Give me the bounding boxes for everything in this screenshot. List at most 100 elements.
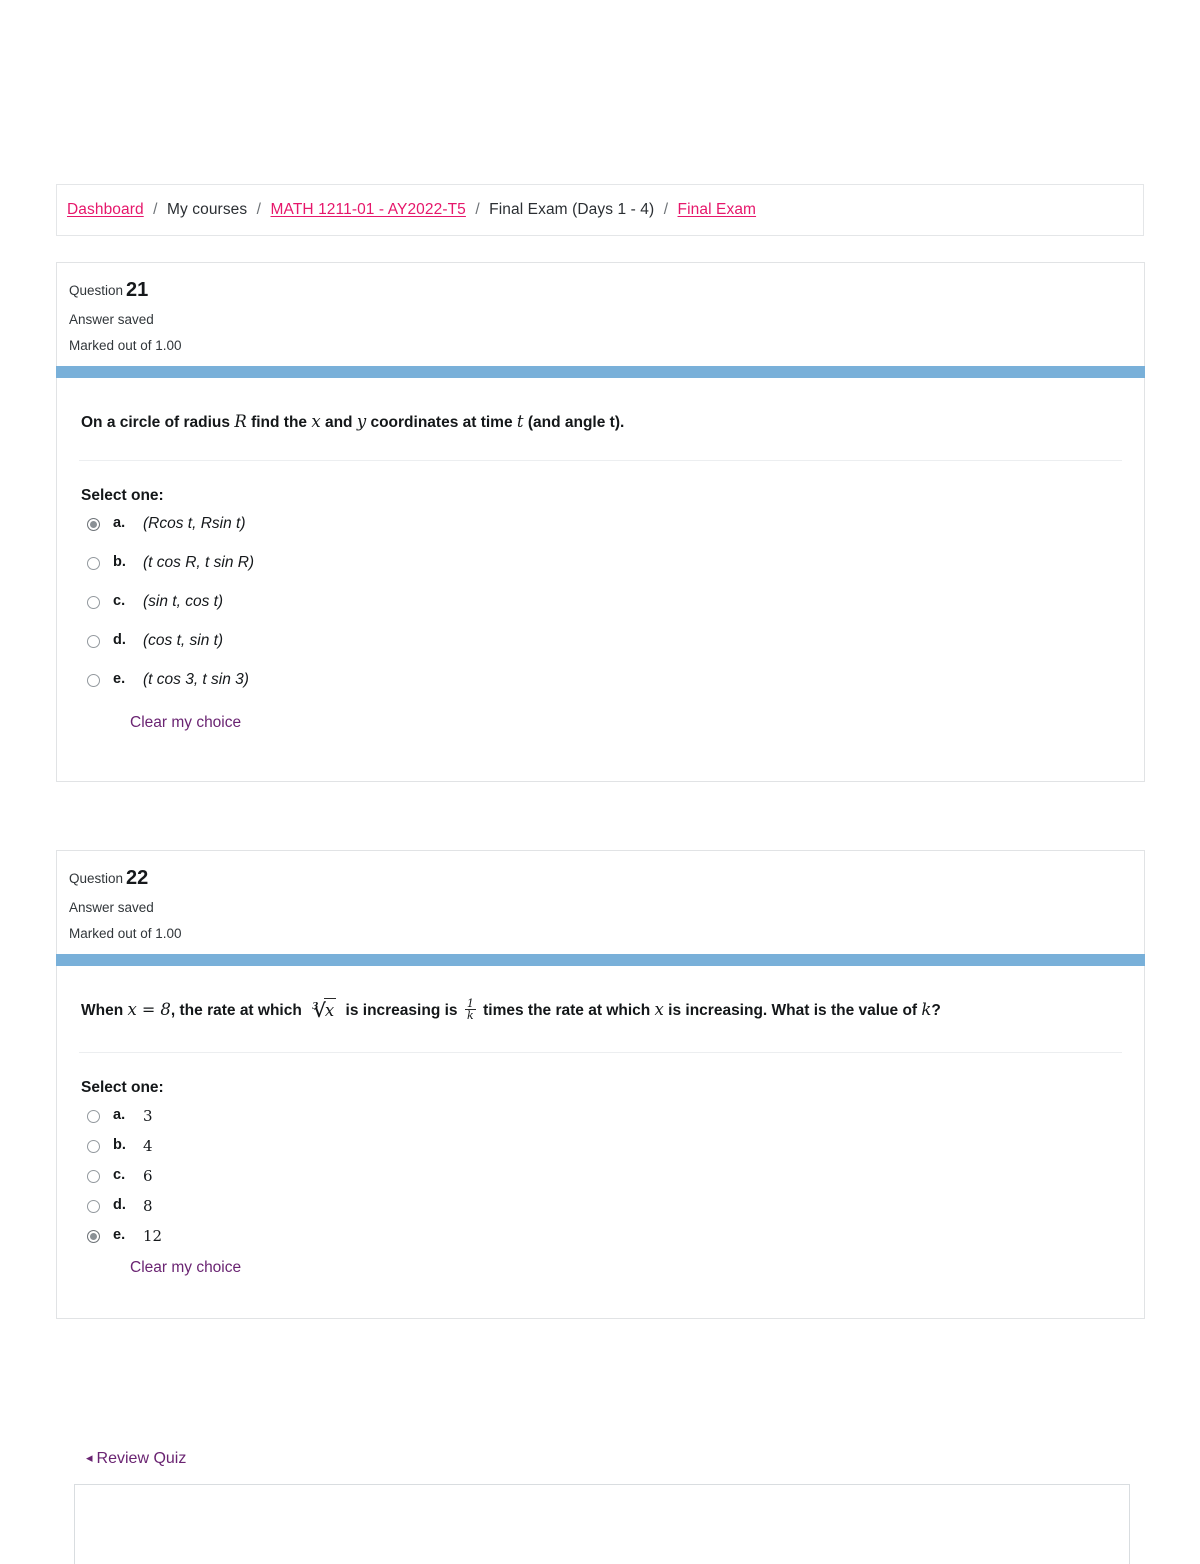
question-status-22: Answer saved [69, 900, 154, 915]
answer-letter: a. [113, 515, 126, 532]
question-text-segment: coordinates at time [366, 414, 517, 431]
answer-option-b[interactable]: b. 4 [87, 1137, 1122, 1167]
math-var-x: x [654, 1000, 664, 1019]
fraction-numerator: 1 [466, 996, 474, 1010]
question-text-segment: ? [931, 1002, 941, 1019]
bottom-panel [74, 1484, 1130, 1564]
answer-text: (cos t, sin t) [143, 632, 224, 650]
question-label: Question [69, 871, 124, 886]
question-text-21: On a circle of radius R find the x and y… [79, 410, 1122, 434]
answer-option-e[interactable]: e. 12 [87, 1227, 1122, 1257]
question-info-21: Question 21 Answer saved Marked out of 1.… [57, 263, 1144, 353]
answer-option-a[interactable]: a. 3 [87, 1107, 1122, 1137]
answer-letter: e. [113, 671, 126, 688]
breadcrumb-separator: / [475, 201, 480, 218]
answer-option-c[interactable]: c. (sin t, cos t) [87, 593, 1122, 632]
answer-option-c[interactable]: c. 6 [87, 1167, 1122, 1197]
answer-list-21: a. (Rcos t, Rsin t) b. (t cos R, t sin R… [79, 515, 1122, 710]
question-number-value: 22 [126, 867, 149, 889]
radio-button-b[interactable] [87, 1139, 100, 1153]
radio-button-d[interactable] [87, 1199, 100, 1213]
question-text-segment: and [320, 414, 357, 431]
question-text-segment: , the rate at which [170, 1002, 307, 1019]
radio-button-a[interactable] [87, 1109, 100, 1123]
answer-letter: b. [113, 554, 126, 571]
answer-letter: c. [113, 593, 126, 610]
answer-letter: d. [113, 1196, 126, 1213]
breadcrumb-separator: / [256, 201, 262, 218]
answer-letter: b. [113, 1136, 126, 1153]
answer-option-d[interactable]: d. (cos t, sin t) [87, 632, 1122, 671]
answer-option-a[interactable]: a. (Rcos t, Rsin t) [87, 515, 1122, 554]
math-var-y: y [356, 412, 367, 431]
select-one-label-21: Select one: [81, 487, 164, 505]
question-status-21: Answer saved [69, 312, 154, 327]
question-divider-21 [79, 460, 1122, 462]
left-arrow-icon: ◂ [86, 1450, 93, 1465]
question-number-21: Question 21 [69, 279, 1144, 301]
breadcrumb-item-final-exam-days: Final Exam (Days 1 - 4) [489, 201, 655, 218]
radio-button-e[interactable] [87, 674, 100, 688]
radical-radicand: x [323, 998, 337, 1023]
question-text-segment: (and angle t). [523, 414, 625, 431]
radio-button-a[interactable] [87, 518, 100, 532]
answer-option-d[interactable]: d. 8 [87, 1197, 1122, 1227]
select-one-label-22: Select one: [81, 1078, 164, 1096]
breadcrumb-list: Dashboard / My courses / MATH 1211-01 - … [67, 201, 756, 219]
clear-my-choice-link-21[interactable]: Clear my choice [130, 714, 241, 732]
fraction-denominator: k [464, 1009, 476, 1022]
breadcrumb-item-dashboard[interactable]: Dashboard [67, 201, 144, 218]
radio-button-d[interactable] [87, 635, 100, 649]
answer-text: 4 [143, 1136, 153, 1155]
question-text-segment: times the rate at which [478, 1002, 655, 1019]
math-var-k: k [921, 1000, 932, 1019]
question-text-22: When x = 8, the rate at which 3√x is inc… [79, 998, 1122, 1026]
answer-text: (sin t, cos t) [143, 593, 224, 611]
answer-option-e[interactable]: e. (t cos 3, t sin 3) [87, 671, 1122, 710]
question-marked-out-of-21: Marked out of 1.00 [69, 338, 182, 353]
answer-text: (Rcos t, Rsin t) [143, 515, 246, 533]
math-equals: = [141, 1000, 156, 1019]
answer-letter: a. [113, 1106, 126, 1123]
question-card-22: Question 22 Answer saved Marked out of 1.… [56, 850, 1145, 1319]
quiz-attempt-page: Dashboard / My courses / MATH 1211-01 - … [0, 0, 1200, 1564]
question-label: Question [69, 283, 124, 298]
answer-text: 8 [143, 1196, 153, 1215]
answer-letter: e. [113, 1226, 126, 1243]
answer-option-b[interactable]: b. (t cos R, t sin R) [87, 554, 1122, 593]
breadcrumb-item-final-exam[interactable]: Final Exam [678, 201, 757, 218]
question-info-22: Question 22 Answer saved Marked out of 1.… [57, 851, 1144, 941]
breadcrumb-separator: / [663, 201, 669, 218]
review-quiz-link[interactable]: ◂ Review Quiz [86, 1450, 186, 1468]
question-number-22: Question 22 [69, 867, 1144, 889]
radio-button-c[interactable] [87, 1169, 100, 1183]
question-body-21: On a circle of radius R find the x and y… [56, 378, 1145, 782]
answer-text: 12 [143, 1226, 163, 1245]
radio-button-b[interactable] [87, 557, 100, 571]
clear-my-choice-link-22[interactable]: Clear my choice [130, 1259, 241, 1277]
answer-letter: c. [113, 1166, 126, 1183]
math-var-x: x [127, 1000, 137, 1019]
radio-button-c[interactable] [87, 596, 100, 610]
question-card-21: Question 21 Answer saved Marked out of 1.… [56, 262, 1145, 782]
breadcrumb-item-course[interactable]: MATH 1211-01 - AY2022-T5 [271, 201, 466, 218]
question-divider-22 [79, 1051, 1122, 1053]
math-var-R: R [234, 412, 247, 431]
math-cube-root: 3√x [308, 998, 339, 1026]
answer-letter: d. [113, 632, 126, 649]
answer-list-22: a. 3 b. 4 c. 6 d. 8 e. 12 [79, 1107, 1122, 1257]
breadcrumb-item-my-courses: My courses [167, 201, 248, 218]
answer-text: 3 [143, 1106, 153, 1125]
answer-text: (t cos 3, t sin 3) [143, 671, 249, 689]
question-accent-bar-22 [56, 954, 1145, 966]
review-quiz-label: Review Quiz [96, 1450, 187, 1467]
answer-text: (t cos R, t sin R) [143, 554, 255, 572]
question-text-segment: When [81, 1002, 128, 1019]
question-marked-out-of-22: Marked out of 1.00 [69, 926, 182, 941]
question-text-segment: On a circle of radius [81, 414, 235, 431]
breadcrumb: Dashboard / My courses / MATH 1211-01 - … [56, 184, 1144, 236]
radio-button-e[interactable] [87, 1229, 100, 1243]
answer-text: 6 [143, 1166, 153, 1185]
breadcrumb-separator: / [153, 201, 158, 218]
math-var-t: t [516, 412, 524, 431]
